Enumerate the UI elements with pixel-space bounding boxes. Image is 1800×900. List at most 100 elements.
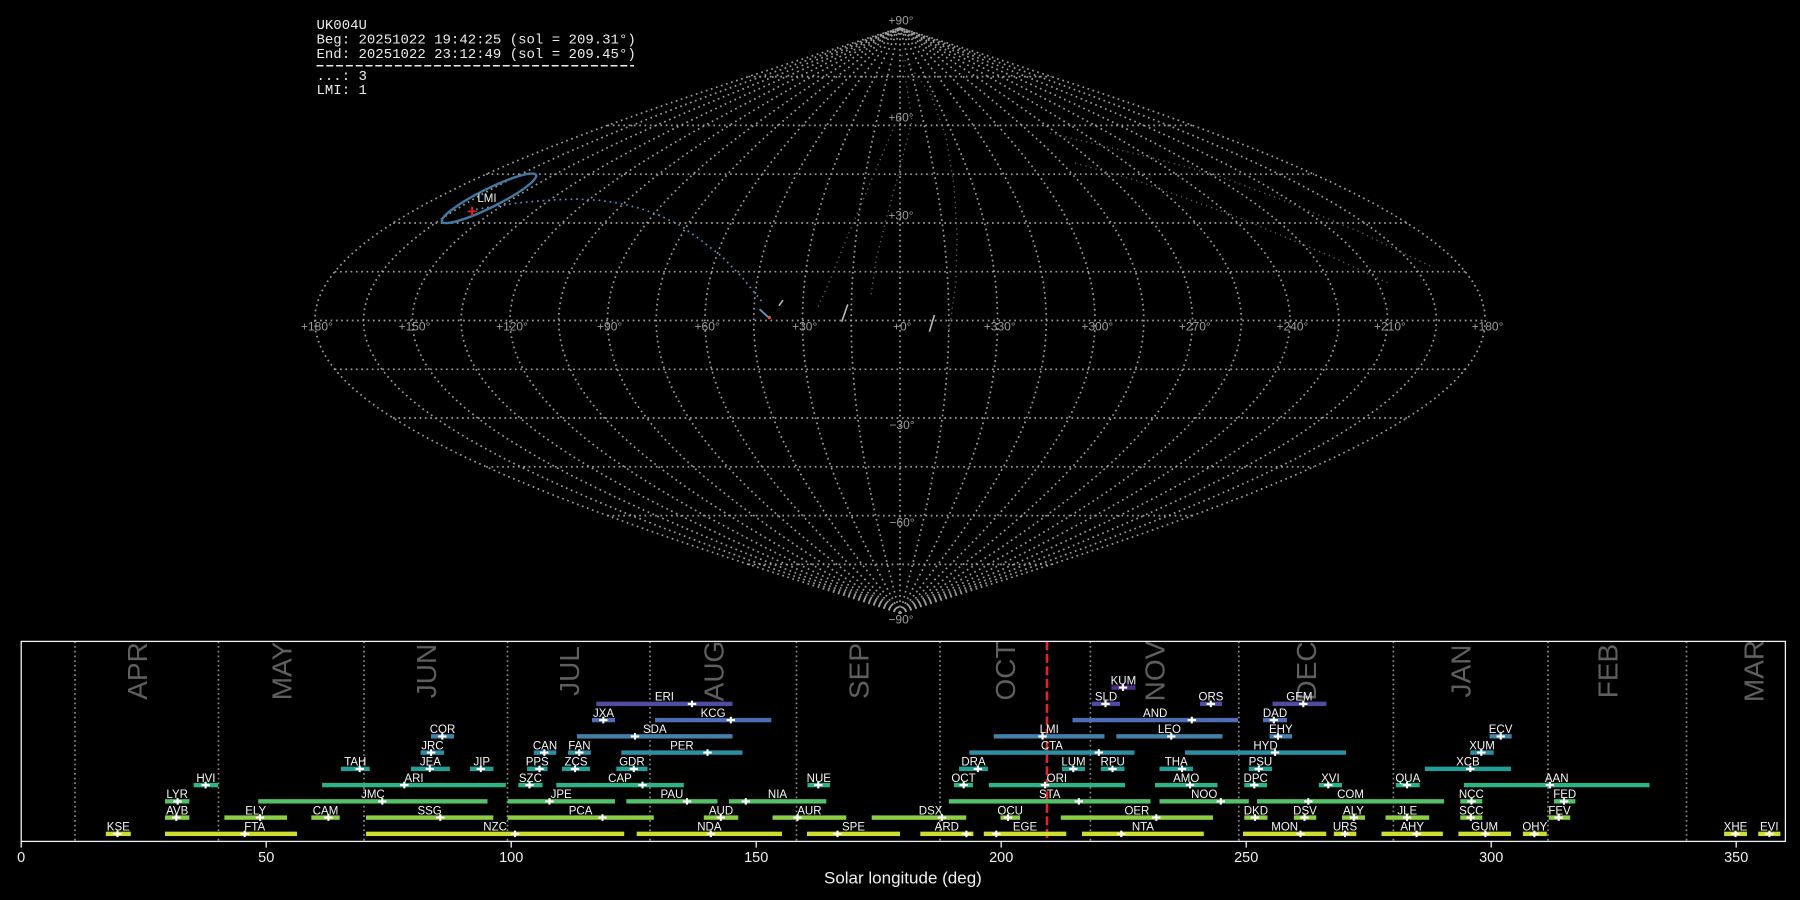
svg-text:MAR: MAR [1738,640,1769,702]
svg-text:THA: THA [1165,757,1188,769]
svg-text:AMO: AMO [1173,773,1199,785]
svg-text:JIP: JIP [473,757,490,769]
svg-text:AUG: AUG [698,641,729,702]
svg-text:NTA: NTA [1132,822,1154,834]
svg-text:XUM: XUM [1469,740,1495,752]
svg-text:DPC: DPC [1244,773,1268,785]
svg-text:DSX: DSX [919,805,943,817]
svg-text:OER: OER [1124,805,1149,817]
svg-text:−30°: −30° [889,418,914,432]
svg-text:COR: COR [430,724,456,736]
svg-text:KCG: KCG [701,708,726,720]
svg-text:ARD: ARD [935,822,959,834]
svg-text:EHY: EHY [1269,724,1293,736]
svg-text:+60°: +60° [695,320,720,334]
svg-text:HYD: HYD [1253,740,1277,752]
svg-text:+270°: +270° [1179,320,1211,334]
svg-text:End: 20251022 23:12:49 (sol =: End: 20251022 23:12:49 (sol = 209.45°) [317,47,636,63]
svg-text:150: 150 [744,850,768,866]
svg-text:OCT: OCT [951,773,975,785]
svg-text:GDR: GDR [619,757,645,769]
svg-text:LYR: LYR [166,789,188,801]
svg-text:DSV: DSV [1293,805,1317,817]
svg-text:SZC: SZC [519,773,542,785]
svg-text:ORI: ORI [1047,773,1067,785]
svg-text:OCT: OCT [990,641,1021,700]
svg-text:CAM: CAM [313,805,339,817]
svg-text:NOV: NOV [1140,640,1171,701]
svg-text:APR: APR [122,642,153,700]
svg-text:GUM: GUM [1471,822,1498,834]
svg-text:+240°: +240° [1276,320,1308,334]
svg-text:Solar longitude (deg): Solar longitude (deg) [824,868,982,887]
svg-text:NOO: NOO [1191,789,1217,801]
svg-text:LMI: LMI [1040,724,1059,736]
svg-text:JAN: JAN [1446,645,1477,698]
svg-text:+120°: +120° [496,320,528,334]
svg-text:−90°: −90° [888,613,913,627]
svg-text:EGE: EGE [1013,822,1038,834]
svg-text:+300°: +300° [1081,320,1113,334]
svg-text:PAU: PAU [661,789,684,801]
svg-text:QUA: QUA [1395,773,1420,785]
svg-text:KSE: KSE [107,822,130,834]
svg-text:NCC: NCC [1459,789,1484,801]
svg-text:NIA: NIA [768,789,788,801]
svg-text:KUM: KUM [1111,675,1137,687]
svg-text:ALY: ALY [1343,805,1364,817]
svg-text:MON: MON [1271,822,1298,834]
svg-text:SEP: SEP [843,643,874,699]
svg-text:CAN: CAN [533,740,557,752]
svg-text:AVB: AVB [166,805,188,817]
svg-text:JEA: JEA [420,757,441,769]
svg-text:50: 50 [258,850,274,866]
svg-text:JUL: JUL [554,646,585,696]
svg-text:AND: AND [1143,708,1167,720]
svg-text:AUD: AUD [709,805,733,817]
svg-text:HVI: HVI [196,773,215,785]
svg-text:JMC: JMC [361,789,385,801]
svg-text:+30°: +30° [888,209,913,223]
svg-text:ELY: ELY [245,805,266,817]
svg-text:+330°: +330° [984,320,1016,334]
svg-text:AHY: AHY [1400,822,1424,834]
svg-text:FEV: FEV [1548,805,1571,817]
svg-text:LEO: LEO [1158,724,1181,736]
svg-text:XVI: XVI [1321,773,1340,785]
svg-text:ZCS: ZCS [565,757,588,769]
svg-text:XHE: XHE [1724,822,1748,834]
svg-text:COM: COM [1337,789,1364,801]
svg-text:200: 200 [989,850,1013,866]
svg-text:350: 350 [1724,850,1748,866]
svg-text:ECV: ECV [1489,724,1513,736]
svg-text:AAN: AAN [1545,773,1569,785]
svg-text:100: 100 [499,850,523,866]
svg-text:SSG: SSG [417,805,441,817]
svg-text:JPE: JPE [551,789,572,801]
svg-text:+180°: +180° [301,320,333,334]
svg-text:FAN: FAN [568,740,590,752]
svg-text:STA: STA [1039,789,1061,801]
svg-text:ERI: ERI [655,692,674,704]
svg-text:+150°: +150° [399,320,431,334]
svg-text:CAP: CAP [608,773,632,785]
svg-text:PER: PER [670,740,694,752]
svg-text:+210°: +210° [1374,320,1406,334]
svg-text:NUE: NUE [807,773,832,785]
svg-text:NDA: NDA [697,822,722,834]
svg-text:JXA: JXA [593,708,614,720]
svg-text:JUN: JUN [411,644,442,698]
svg-text:SCC: SCC [1459,805,1483,817]
svg-text:DRA: DRA [961,757,986,769]
svg-text:+90°: +90° [597,320,622,334]
svg-text:NZC: NZC [483,822,507,834]
svg-text:300: 300 [1479,850,1503,866]
svg-text:CTA: CTA [1041,740,1063,752]
svg-text:RPU: RPU [1101,757,1125,769]
svg-text:URS: URS [1333,822,1358,834]
svg-text:LMI: 1: LMI: 1 [317,83,367,99]
svg-text:OCU: OCU [997,805,1023,817]
svg-text:PSU: PSU [1249,757,1273,769]
svg-text:−60°: −60° [889,516,914,530]
svg-text:GEM: GEM [1286,692,1312,704]
